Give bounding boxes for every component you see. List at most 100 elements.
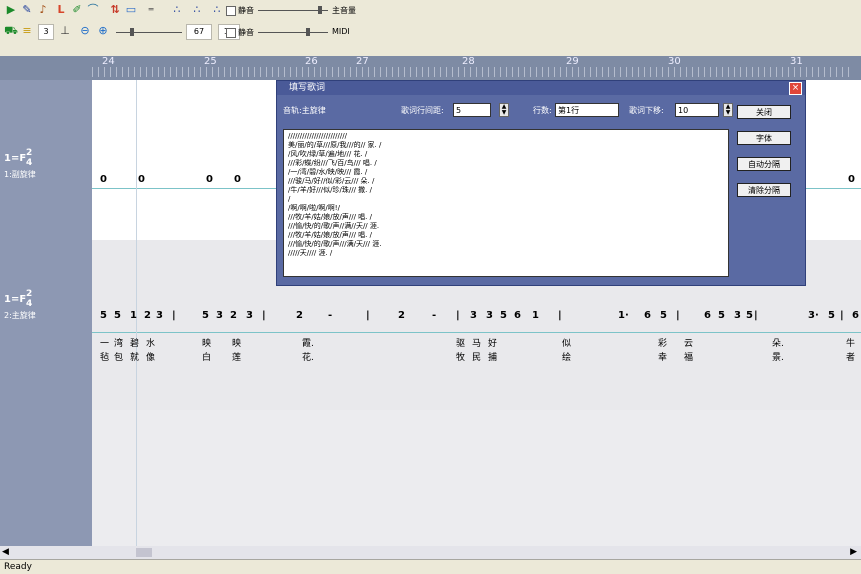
note[interactable]: 5 (100, 310, 107, 321)
lyric-char: 牧 (456, 353, 466, 363)
note[interactable]: 1 (532, 310, 539, 321)
note[interactable]: 0 (100, 174, 107, 185)
note[interactable]: 5 (202, 310, 209, 321)
rows-select[interactable]: 第1行 (555, 103, 619, 117)
zoom-out-icon[interactable]: ⊖ (78, 24, 92, 38)
offset-input[interactable]: 10 (675, 103, 719, 117)
scroll-thumb[interactable] (136, 548, 152, 557)
font-button[interactable]: 字体 (737, 131, 791, 145)
note[interactable]: - (432, 310, 436, 321)
offset-spinner[interactable]: ▲ ▼ (723, 103, 733, 117)
lyric-char: 驱 (456, 339, 466, 349)
note[interactable]: 5 (500, 310, 507, 321)
note[interactable]: - (328, 310, 332, 321)
note[interactable]: 3 (216, 310, 223, 321)
note[interactable]: 3 (470, 310, 477, 321)
zoom-in-icon[interactable]: ⊕ (96, 24, 110, 38)
note[interactable]: 0 (848, 174, 855, 185)
bar-number: 29 (566, 56, 579, 67)
note[interactable]: 2 (398, 310, 405, 321)
snap-icon[interactable]: ⊥ (58, 24, 72, 38)
lyric-char: 民 (472, 353, 482, 363)
mute-checkbox-1[interactable] (226, 6, 236, 16)
tempo-knob[interactable] (130, 28, 134, 36)
tempo-value[interactable]: 67 (186, 24, 212, 40)
note[interactable]: 6 (852, 310, 859, 321)
lyric-char: 者 (846, 353, 856, 363)
scroll-right-icon[interactable]: ▶ (850, 547, 857, 557)
cart-icon[interactable]: ⛟ (4, 24, 18, 38)
note[interactable]: 6 (644, 310, 651, 321)
note[interactable]: 1 (130, 310, 137, 321)
dots-icon-1[interactable]: ∴ (170, 3, 184, 17)
note[interactable]: 5 (660, 310, 667, 321)
pencil-icon[interactable]: ✎ (20, 3, 34, 17)
line-spacing-input[interactable]: 5 (453, 103, 491, 117)
track1-name[interactable]: 1:副旋律 (4, 169, 36, 180)
note[interactable]: 3· (808, 310, 819, 321)
lyric-char: 毡 (100, 353, 110, 363)
slur-tool-icon[interactable]: ⌒ (86, 3, 100, 17)
tempo-slider[interactable] (116, 32, 182, 33)
note[interactable]: 2 (230, 310, 237, 321)
note-tool-icon[interactable]: ♪ (36, 3, 50, 17)
note[interactable]: 1· (618, 310, 629, 321)
select-arrow-icon[interactable]: ▶ (4, 3, 18, 17)
staff-icon[interactable]: ═ (144, 3, 158, 17)
note[interactable]: 0 (206, 174, 213, 185)
master-volume-knob[interactable] (318, 6, 322, 14)
midi-volume-knob[interactable] (306, 28, 310, 36)
line-tool-icon[interactable]: L (54, 3, 68, 17)
note[interactable]: 5 (828, 310, 835, 321)
lyric-char: 映 (232, 339, 242, 349)
measure-ruler[interactable]: 24 25 26 27 28 29 30 31 (0, 56, 861, 80)
auto-split-button[interactable]: 自动分隔 (737, 157, 791, 171)
ruler-ticks (92, 67, 853, 77)
dots-icon-2[interactable]: ∴ (190, 3, 204, 17)
note[interactable]: 3 (246, 310, 253, 321)
eraser-icon[interactable]: ✐ (70, 3, 84, 17)
clear-split-button[interactable]: 清除分隔 (737, 183, 791, 197)
midi-volume-label: MIDI (332, 27, 350, 36)
lyrics-textarea[interactable]: /////////////////////////美/丽/的/草///原/我//… (283, 129, 729, 277)
lyric-char: 马 (472, 339, 482, 349)
dialog-titlebar[interactable]: 填写歌词 × (277, 81, 805, 95)
toolbar: ▶ ✎ ♪ L ✐ ⌒ ⇅ ▭ ═ ∴ ∴ ∴ 静音 主音量 ⛟ ≡ 3 ⊥ ⊖… (0, 0, 861, 57)
note[interactable]: 5 (114, 310, 121, 321)
note[interactable]: 2 (144, 310, 151, 321)
offset-label: 歌词下移: (629, 106, 664, 115)
line-spacing-spinner[interactable]: ▲ ▼ (499, 103, 509, 117)
bar-number: 25 (204, 56, 217, 67)
scroll-left-icon[interactable]: ◀ (2, 547, 9, 557)
mute-label-2: 静音 (238, 28, 254, 37)
note[interactable]: 5 (746, 310, 753, 321)
horizontal-scrollbar[interactable]: ◀ ▶ (0, 546, 861, 559)
close-button[interactable]: 关闭 (737, 105, 791, 119)
note[interactable]: 0 (138, 174, 145, 185)
note[interactable]: 6 (704, 310, 711, 321)
transpose-icon[interactable]: ⇅ (108, 3, 122, 17)
barline: | (456, 310, 460, 321)
chevron-down-icon[interactable]: ⌄ (611, 105, 618, 114)
bar-number: 28 (462, 56, 475, 67)
lyrics-text-line: /牛/羊/好///似/珍/珠/// 撒. / (288, 186, 372, 194)
note[interactable]: 5 (718, 310, 725, 321)
note[interactable]: 2 (296, 310, 303, 321)
lyrics-text-line: ///牧/羊/姑/娘/放/声/// 唱. / (288, 213, 372, 221)
dialog-close-icon[interactable]: × (789, 82, 802, 95)
track2-time-bottom: 4 (26, 299, 33, 309)
midi-volume-slider[interactable] (258, 32, 328, 33)
note[interactable]: 3 (486, 310, 493, 321)
lyrics-icon[interactable]: ≡ (20, 24, 34, 38)
piano-icon[interactable]: ▭ (124, 3, 138, 17)
track2-name[interactable]: 2:主旋律 (4, 310, 36, 321)
playhead-line (136, 410, 137, 546)
note[interactable]: 6 (514, 310, 521, 321)
zoom-value[interactable]: 3 (38, 24, 54, 40)
mute-checkbox-2[interactable] (226, 28, 236, 38)
lyric-char: 像 (146, 353, 156, 363)
dots-icon-3[interactable]: ∴ (210, 3, 224, 17)
note[interactable]: 3 (156, 310, 163, 321)
note[interactable]: 0 (234, 174, 241, 185)
note[interactable]: 3 (734, 310, 741, 321)
